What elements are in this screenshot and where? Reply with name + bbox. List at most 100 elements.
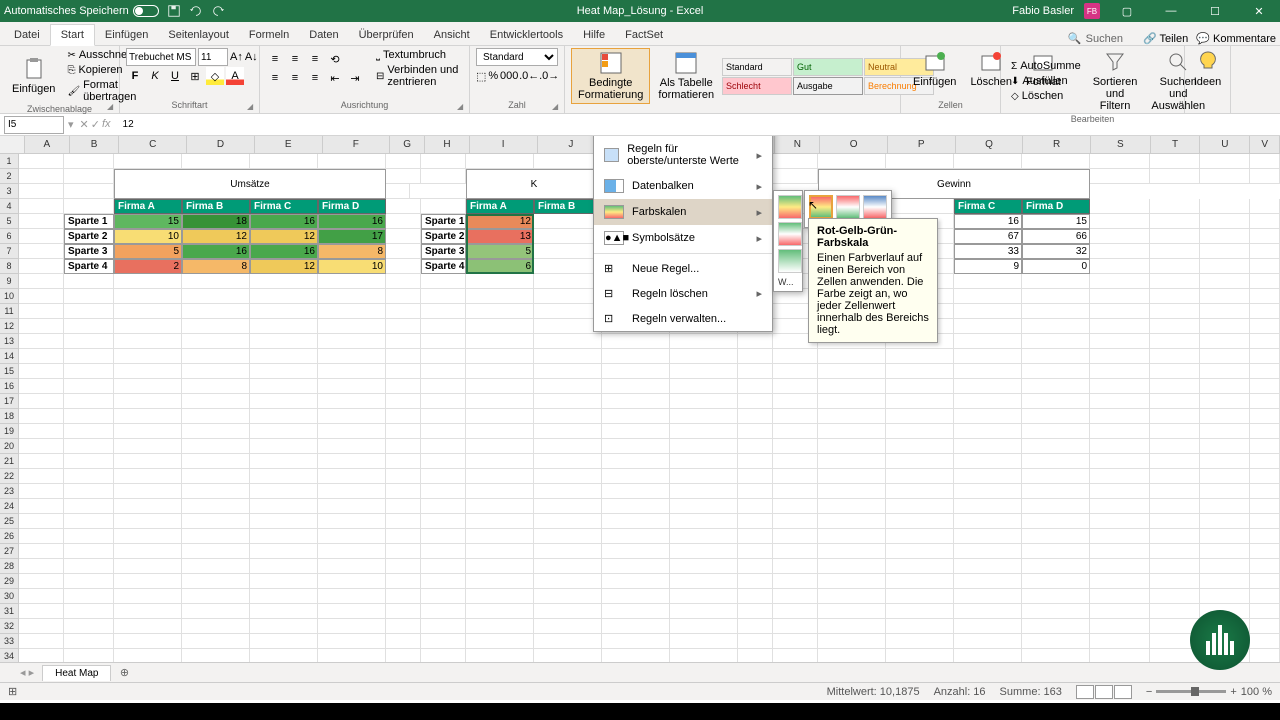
cell[interactable] — [114, 349, 182, 364]
col-V[interactable]: V — [1250, 136, 1280, 153]
cell[interactable] — [386, 619, 421, 634]
cell[interactable] — [602, 439, 670, 454]
cell[interactable] — [1200, 154, 1250, 169]
cell[interactable] — [1200, 439, 1250, 454]
cell[interactable] — [386, 529, 421, 544]
cell[interactable] — [886, 439, 954, 454]
cell[interactable] — [421, 589, 466, 604]
cell[interactable] — [602, 499, 670, 514]
cell[interactable] — [182, 604, 250, 619]
cell[interactable] — [602, 364, 670, 379]
cell[interactable] — [1150, 169, 1200, 184]
font-color-icon[interactable]: A — [226, 67, 244, 85]
cell[interactable] — [773, 379, 818, 394]
cell[interactable] — [602, 379, 670, 394]
cell[interactable] — [386, 559, 421, 574]
cell[interactable] — [410, 184, 470, 199]
dd-new-rule[interactable]: ⊞Neue Regel... — [594, 256, 772, 281]
cell[interactable]: 9 — [954, 259, 1022, 274]
cell[interactable] — [19, 244, 64, 259]
view-layout-icon[interactable] — [1095, 685, 1113, 699]
border-icon[interactable]: ⊞ — [186, 67, 204, 85]
cell[interactable] — [386, 424, 421, 439]
cancel-formula-icon[interactable]: ✕ — [80, 118, 89, 131]
dd-top-bottom-rules[interactable]: Regeln für oberste/unterste Werte▸ — [594, 137, 772, 173]
cell[interactable] — [818, 529, 886, 544]
cell[interactable] — [1200, 334, 1250, 349]
cell[interactable] — [1250, 409, 1280, 424]
col-P[interactable]: P — [888, 136, 956, 153]
cell[interactable] — [250, 379, 318, 394]
cell[interactable] — [773, 499, 818, 514]
cell[interactable] — [386, 649, 421, 662]
align-bottom-icon[interactable]: ≡ — [306, 50, 324, 68]
cell[interactable] — [534, 244, 602, 259]
cell[interactable] — [64, 649, 114, 662]
cell[interactable] — [114, 589, 182, 604]
cell[interactable] — [534, 574, 602, 589]
cell[interactable] — [670, 454, 738, 469]
cell[interactable] — [1022, 379, 1090, 394]
col-D[interactable]: D — [187, 136, 255, 153]
cell[interactable] — [773, 529, 818, 544]
row-17[interactable]: 17 — [0, 394, 19, 409]
cell[interactable] — [421, 619, 466, 634]
cell[interactable] — [738, 514, 773, 529]
cell[interactable] — [19, 439, 64, 454]
cell[interactable] — [19, 259, 64, 274]
cell[interactable] — [954, 469, 1022, 484]
cell[interactable] — [1022, 559, 1090, 574]
cell[interactable] — [466, 649, 534, 662]
scale-gyr[interactable] — [778, 195, 802, 219]
cell[interactable]: Sparte 2 — [64, 229, 114, 244]
grow-font-icon[interactable]: A↑ — [230, 48, 243, 66]
cell[interactable] — [19, 544, 64, 559]
as-table-button[interactable]: Als Tabelle formatieren — [652, 49, 720, 103]
cell[interactable] — [954, 274, 1022, 289]
cell[interactable] — [182, 304, 250, 319]
cell[interactable] — [1250, 559, 1280, 574]
cell[interactable] — [1250, 214, 1280, 229]
cell[interactable] — [182, 154, 250, 169]
cell[interactable] — [1090, 154, 1150, 169]
cell[interactable] — [386, 154, 421, 169]
cell[interactable] — [64, 469, 114, 484]
cell[interactable] — [64, 454, 114, 469]
cell[interactable] — [318, 604, 386, 619]
cell[interactable] — [318, 499, 386, 514]
cell[interactable] — [19, 349, 64, 364]
cell[interactable] — [466, 559, 534, 574]
cell[interactable] — [421, 529, 466, 544]
style-ausgabe[interactable]: Ausgabe — [793, 77, 863, 95]
cell[interactable]: 13 — [466, 229, 534, 244]
cell[interactable] — [114, 364, 182, 379]
col-R[interactable]: R — [1023, 136, 1091, 153]
cell[interactable] — [773, 619, 818, 634]
cell[interactable] — [1250, 379, 1280, 394]
cell[interactable]: 5 — [466, 244, 534, 259]
cell[interactable] — [738, 364, 773, 379]
cell[interactable] — [602, 559, 670, 574]
cell[interactable] — [1090, 319, 1150, 334]
clipboard-launcher-icon[interactable]: ◢ — [107, 102, 117, 112]
cell[interactable] — [421, 169, 466, 184]
cell[interactable] — [250, 439, 318, 454]
cell[interactable] — [64, 529, 114, 544]
cell[interactable] — [250, 319, 318, 334]
cell[interactable] — [738, 634, 773, 649]
cell[interactable] — [818, 559, 886, 574]
cell[interactable] — [1200, 214, 1250, 229]
cell[interactable] — [19, 334, 64, 349]
cell[interactable] — [534, 154, 602, 169]
cell[interactable] — [250, 514, 318, 529]
cell[interactable] — [182, 349, 250, 364]
row-19[interactable]: 19 — [0, 424, 19, 439]
cell[interactable] — [534, 439, 602, 454]
cell[interactable] — [954, 649, 1022, 662]
cell[interactable] — [1022, 394, 1090, 409]
sheet-nav-icon[interactable]: ◂ ▸ — [20, 666, 34, 679]
cell[interactable] — [19, 499, 64, 514]
cell[interactable] — [738, 649, 773, 662]
row-1[interactable]: 1 — [0, 154, 19, 169]
cell[interactable] — [386, 394, 421, 409]
